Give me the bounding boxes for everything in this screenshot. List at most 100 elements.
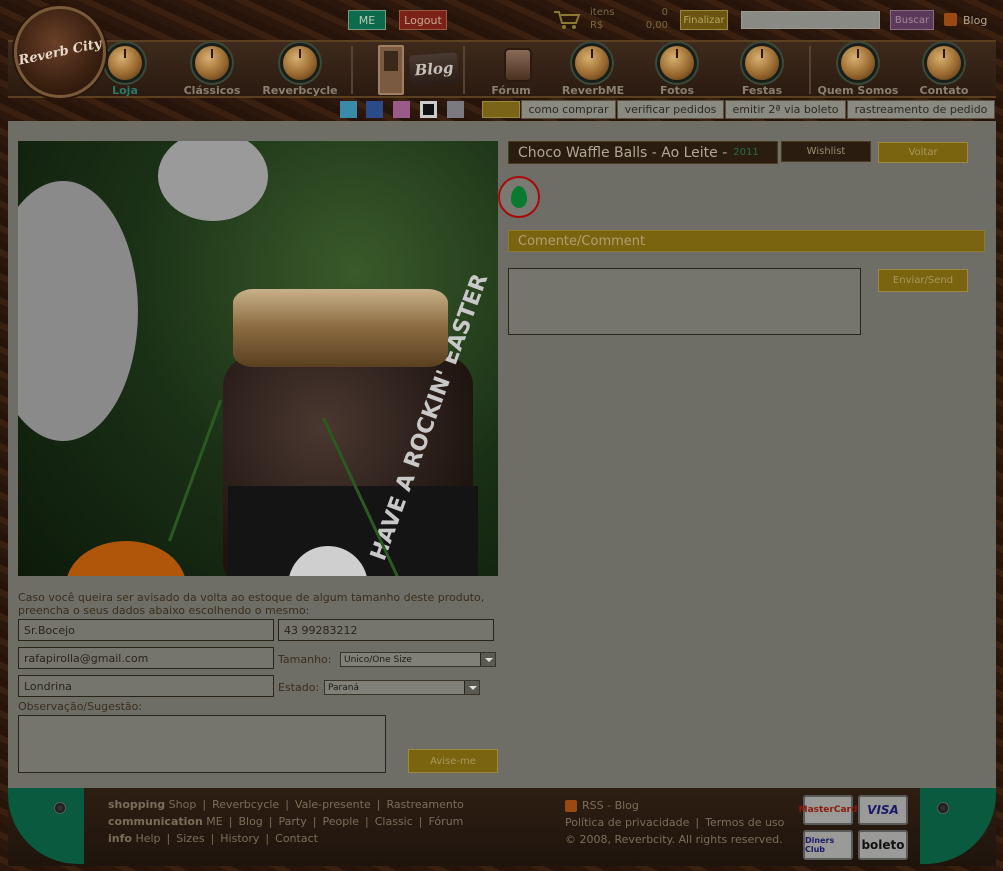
nav-item-contato[interactable]: Contato <box>899 84 989 97</box>
cart-labels: itens R$ <box>590 6 614 32</box>
send-comment-button[interactable]: Enviar/Send <box>878 269 968 292</box>
contato-knob-icon[interactable] <box>927 46 961 80</box>
instagram-icon[interactable] <box>393 101 410 118</box>
comment-textarea[interactable] <box>508 268 861 335</box>
link-como-comprar[interactable]: como comprar <box>521 100 616 119</box>
cart-items-count: 0 <box>661 7 668 18</box>
twitter-icon[interactable] <box>340 101 357 118</box>
size-select[interactable]: Unico/One Size <box>340 652 496 667</box>
reverbme-knob-icon[interactable] <box>575 46 609 80</box>
nav-item-classicos[interactable]: Clássicos <box>167 84 257 97</box>
footer-link[interactable]: Help <box>135 832 160 845</box>
rss-icon[interactable] <box>944 13 957 26</box>
me-button[interactable]: ME <box>348 10 386 30</box>
size-select-value: Unico/One Size <box>344 654 412 665</box>
footer-link[interactable]: People <box>322 815 359 828</box>
search-input[interactable] <box>741 11 880 29</box>
green-egg-icon <box>511 186 527 208</box>
privacy-link[interactable]: Política de privacidade <box>565 816 689 829</box>
nav-item-fotos[interactable]: Fotos <box>632 84 722 97</box>
facebook-icon[interactable] <box>366 101 383 118</box>
product-title: Choco Waffle Balls - Ao Leite - 2011 <box>508 141 778 164</box>
grass <box>168 399 223 542</box>
footer-link[interactable]: Sizes <box>176 832 204 845</box>
shopping-cart-icon[interactable] <box>553 9 581 31</box>
voltar-button[interactable]: Voltar <box>878 142 968 163</box>
loja-knob-icon[interactable] <box>108 46 142 80</box>
size-option-egg-icon[interactable] <box>498 176 540 218</box>
logout-button[interactable]: Logout <box>399 10 447 30</box>
footer-link[interactable]: Rastreamento <box>386 798 463 811</box>
footer-link[interactable]: Contact <box>275 832 318 845</box>
square-icon[interactable] <box>420 101 437 118</box>
reverbcity-logo[interactable]: Reverb City <box>14 6 106 98</box>
classicos-knob-icon[interactable] <box>195 46 229 80</box>
rabbit-plush <box>18 181 138 441</box>
footer-link[interactable]: Classic <box>375 815 413 828</box>
reverbcycle-knob-icon[interactable] <box>283 46 317 80</box>
footer-middle: RSS - Blog Política de privacidade | Termo… <box>565 799 785 846</box>
phone-field[interactable]: 43 99283212 <box>278 619 494 641</box>
orange-egg <box>66 541 186 576</box>
footer-link[interactable]: Fórum <box>429 815 464 828</box>
chevron-down-icon[interactable] <box>464 681 479 694</box>
footer-link[interactable]: History <box>220 832 259 845</box>
link-segunda-via-boleto[interactable]: emitir 2ª via boleto <box>725 100 846 119</box>
chevron-down-icon[interactable] <box>480 653 495 666</box>
copyright: © 2008, Reverbcity. All rights reserved. <box>565 833 783 846</box>
nav-divider <box>463 46 465 94</box>
festas-knob-icon[interactable] <box>745 46 779 80</box>
obs-label: Observação/Sugestão: <box>18 700 143 713</box>
footer-link[interactable]: Vale-presente <box>295 798 371 811</box>
forum-icon[interactable] <box>504 48 532 82</box>
email-field[interactable]: rafapirolla@gmail.com <box>18 647 274 669</box>
diners-club-icon: Diners Club <box>803 830 853 860</box>
rabbit-plush <box>158 141 268 221</box>
city-field[interactable]: Londrina <box>18 675 274 697</box>
nav-item-quem-somos[interactable]: Quem Somos <box>813 84 903 97</box>
avise-me-button[interactable]: Avise-me <box>408 749 498 773</box>
footer-info-row: info Help | Sizes | History | Contact <box>108 832 318 845</box>
product-year: 2011 <box>733 147 759 158</box>
state-select[interactable]: Paraná <box>324 680 480 695</box>
search-button[interactable]: Buscar <box>890 10 934 30</box>
obs-textarea[interactable] <box>18 715 386 773</box>
rss-blog-link[interactable]: RSS - Blog <box>582 799 639 812</box>
nav-item-reverbcycle[interactable]: Reverbcycle <box>255 84 345 97</box>
cart-mini-icon[interactable] <box>482 101 520 118</box>
footer-link[interactable]: Blog <box>238 815 262 828</box>
footer-link[interactable]: ME <box>206 815 222 828</box>
terms-link[interactable]: Termos de uso <box>705 816 784 829</box>
cart-currency-label: R$ <box>590 20 604 31</box>
stock-notice: Caso você queira ser avisado da volta ao… <box>18 591 485 617</box>
state-select-value: Paraná <box>328 682 359 693</box>
fotos-knob-icon[interactable] <box>660 46 694 80</box>
boleto-icon: boleto <box>858 830 908 860</box>
footer-link[interactable]: Reverbcycle <box>212 798 279 811</box>
wishlist-button[interactable]: Wishlist <box>781 141 871 162</box>
blog-link[interactable]: Blog <box>963 14 987 27</box>
link-rastreamento-pedido[interactable]: rastreamento de pedido <box>847 100 995 119</box>
nav-item-loja[interactable]: Loja <box>80 84 170 97</box>
footer-link[interactable]: Party <box>279 815 307 828</box>
footer-links: shopping Shop | Reverbcycle | Vale-presente |… <box>108 796 464 847</box>
name-field[interactable]: Sr.Bocejo <box>18 619 274 641</box>
switch-icon[interactable] <box>378 45 404 95</box>
flickr-icon[interactable] <box>447 101 464 118</box>
nav-item-blog[interactable]: Blog <box>409 52 459 86</box>
comment-heading: Comente/Comment <box>508 230 985 252</box>
footer-communication-label: communication <box>108 815 203 828</box>
quem-somos-knob-icon[interactable] <box>841 46 875 80</box>
footer-link[interactable]: Shop <box>169 798 197 811</box>
nav-item-forum[interactable]: Fórum <box>466 84 556 97</box>
link-verificar-pedidos[interactable]: verificar pedidos <box>617 100 724 119</box>
finalizar-button[interactable]: Finalizar <box>680 10 728 30</box>
nav-item-reverbme[interactable]: ReverbME <box>548 84 638 97</box>
nav-item-festas[interactable]: Festas <box>717 84 807 97</box>
jar-label: HAVE A ROCKIN' EASTER <box>228 271 493 576</box>
screw-icon <box>54 802 66 814</box>
nav-divider <box>809 46 811 94</box>
skull-logo-icon <box>288 546 368 576</box>
mastercard-icon: MasterCard <box>799 795 857 825</box>
rss-icon[interactable] <box>565 800 577 812</box>
